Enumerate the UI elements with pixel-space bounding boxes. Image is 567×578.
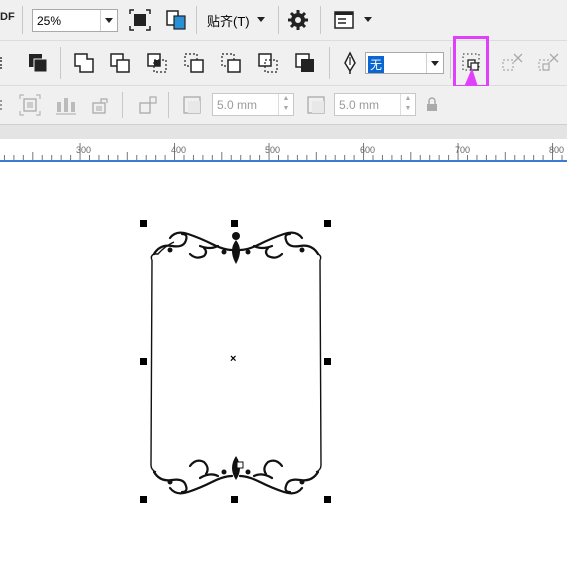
corner-width-icon bbox=[183, 96, 201, 114]
lock-object-button[interactable] bbox=[86, 91, 114, 119]
weld-icon bbox=[74, 53, 94, 73]
pen-nib-icon bbox=[344, 51, 356, 74]
chevron-down-icon[interactable] bbox=[100, 10, 117, 31]
docker-band bbox=[0, 125, 567, 139]
selection-handle-bottom[interactable] bbox=[231, 496, 238, 503]
outline-pen-button[interactable] bbox=[336, 49, 364, 77]
object-width-input[interactable]: 5.0 mm ▲ ▼ bbox=[212, 93, 294, 116]
spinner-arrows-icon[interactable]: ▲ ▼ bbox=[278, 94, 293, 115]
selection-handle-right[interactable] bbox=[324, 358, 331, 365]
application-launcher-button[interactable] bbox=[330, 6, 358, 34]
combine-button[interactable] bbox=[24, 49, 52, 77]
pdf-label[interactable]: DF bbox=[0, 11, 15, 23]
transform-button[interactable] bbox=[134, 91, 162, 119]
object-lock-icon bbox=[92, 98, 108, 114]
distribute-button[interactable] bbox=[52, 91, 80, 119]
chevron-down-icon[interactable] bbox=[257, 17, 265, 22]
spinner-arrows-icon[interactable]: ▲ ▼ bbox=[400, 94, 415, 115]
break-apart-icon bbox=[502, 53, 523, 71]
snap-to-menu[interactable]: 贴齐(T) bbox=[207, 11, 250, 30]
full-screen-preview-button[interactable] bbox=[162, 6, 190, 34]
ruler-label: 300 bbox=[76, 145, 92, 155]
selection-handle-left[interactable] bbox=[140, 358, 147, 365]
corner-height-button[interactable] bbox=[302, 91, 330, 119]
weld-button[interactable] bbox=[70, 49, 98, 77]
toolbar-grip bbox=[0, 100, 5, 110]
selection-handle-bottom-left[interactable] bbox=[140, 496, 147, 503]
object-height-value: 5.0 mm bbox=[339, 98, 380, 112]
boundary-icon bbox=[295, 53, 314, 72]
ungroup-icon bbox=[538, 53, 559, 71]
ruler-label: 400 bbox=[171, 145, 187, 155]
full-screen-icon bbox=[166, 10, 186, 30]
selection-handle-bottom-right[interactable] bbox=[324, 496, 331, 503]
lock-ratio-button[interactable] bbox=[418, 91, 446, 119]
intersect-icon bbox=[147, 53, 167, 73]
trim-button[interactable] bbox=[106, 49, 134, 77]
standard-toolbar: DF 25% 贴齐(T) bbox=[0, 0, 567, 41]
outline-width-value: 无 bbox=[368, 56, 385, 73]
object-height-input[interactable]: 5.0 mm ▲ ▼ bbox=[334, 93, 416, 116]
selection-handle-top-right[interactable] bbox=[324, 220, 331, 227]
back-minus-front-icon bbox=[258, 53, 278, 73]
corner-height-icon bbox=[307, 96, 325, 114]
property-bar-object: 5.0 mm ▲ ▼ 5.0 mm ▲ ▼ bbox=[0, 86, 567, 125]
options-button[interactable] bbox=[284, 6, 312, 34]
chevron-down-icon[interactable] bbox=[364, 17, 372, 22]
zoom-level-select[interactable]: 25% bbox=[32, 9, 118, 32]
front-minus-back-button[interactable] bbox=[217, 49, 245, 77]
drawing-canvas[interactable]: × bbox=[0, 162, 567, 578]
corner-width-button[interactable] bbox=[178, 91, 206, 119]
align-button[interactable] bbox=[16, 91, 44, 119]
selection-handle-top[interactable] bbox=[231, 220, 238, 227]
simplify-button[interactable] bbox=[180, 49, 208, 77]
align-icon bbox=[19, 94, 41, 116]
combine-icon bbox=[29, 54, 48, 73]
options-window-icon bbox=[334, 11, 354, 29]
horizontal-ruler[interactable]: 300 400 500 600 700 800 bbox=[0, 139, 567, 162]
ungroup-all-button[interactable] bbox=[534, 49, 562, 77]
back-minus-front-button[interactable] bbox=[254, 49, 282, 77]
toolbar-grip bbox=[0, 57, 5, 69]
outline-width-select[interactable]: 无 bbox=[365, 52, 444, 74]
snap-to-label: 贴齐(T) bbox=[207, 14, 250, 29]
fit-page-icon bbox=[129, 9, 151, 31]
front-minus-back-icon bbox=[221, 53, 241, 73]
lock-icon bbox=[427, 97, 437, 111]
ruler-label: 500 bbox=[265, 145, 281, 155]
zoom-to-page-button[interactable] bbox=[126, 6, 154, 34]
ruler-label: 700 bbox=[455, 145, 471, 155]
gear-icon bbox=[288, 10, 308, 30]
ruler-label: 600 bbox=[360, 145, 376, 155]
selection-handle-top-left[interactable] bbox=[140, 220, 147, 227]
intersect-button[interactable] bbox=[143, 49, 171, 77]
transform-icon bbox=[139, 96, 157, 114]
center-marker-icon[interactable]: × bbox=[230, 354, 236, 365]
object-width-value: 5.0 mm bbox=[217, 98, 258, 112]
trim-icon bbox=[110, 53, 130, 73]
zoom-level-value: 25% bbox=[37, 14, 62, 28]
ruler-label: 800 bbox=[549, 145, 565, 155]
simplify-icon bbox=[184, 53, 204, 73]
break-apart-button[interactable] bbox=[498, 49, 526, 77]
chevron-down-icon[interactable] bbox=[426, 53, 443, 73]
create-boundary-shape-button[interactable] bbox=[291, 49, 319, 77]
distribute-icon bbox=[56, 98, 76, 115]
